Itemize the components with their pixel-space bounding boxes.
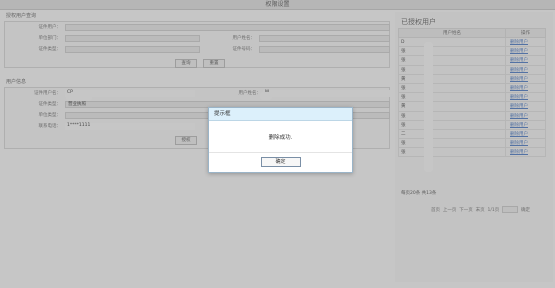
dialog-message: 删除成功. — [209, 121, 352, 153]
dialog-ok-button[interactable]: 确定 — [260, 157, 301, 167]
dialog-title: 提示框 — [209, 108, 352, 121]
alert-dialog: 提示框 删除成功. 确定 — [208, 107, 353, 173]
